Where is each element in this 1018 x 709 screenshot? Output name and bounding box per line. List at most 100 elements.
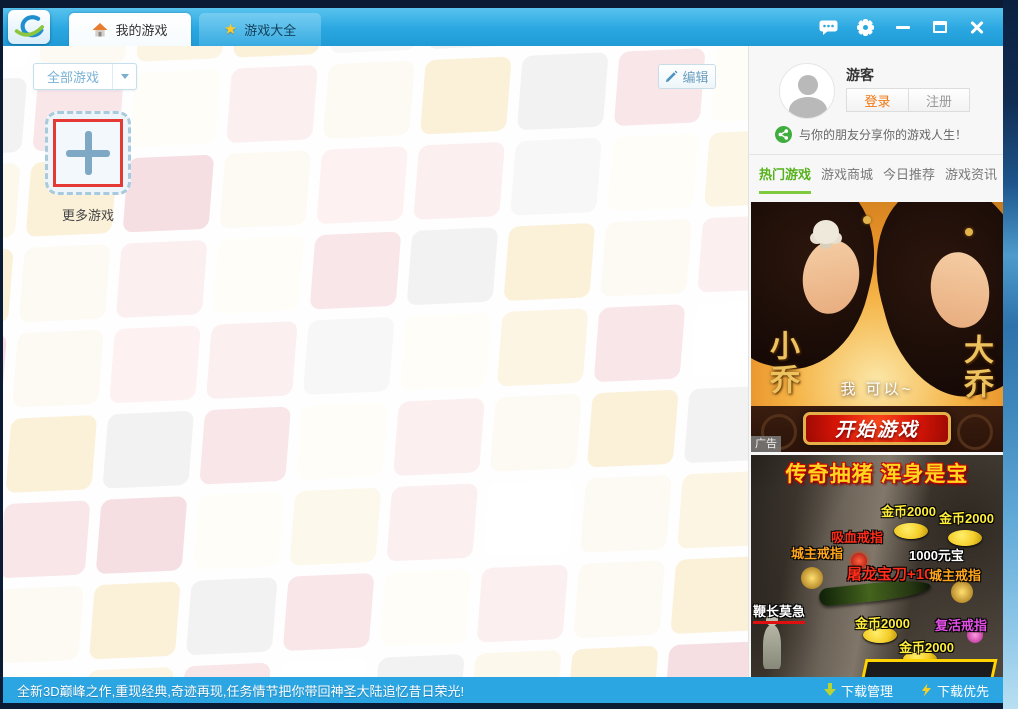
close-button[interactable]: [958, 8, 995, 46]
ad-banner-legend-loot[interactable]: 传奇抽猪 浑身是宝 金币2000金币2000吸血戒指城主戒指1000元宝屠龙宝刀…: [751, 455, 1003, 677]
checker-cell: [427, 46, 519, 49]
lightning-icon: [921, 683, 932, 697]
share-row[interactable]: 与你的朋友分享你的游戏人生！: [775, 126, 967, 143]
checker-cell: [600, 219, 692, 297]
gold-pile-graphic: [948, 530, 982, 546]
checker-cell: [19, 244, 111, 322]
sidebar-divider: [749, 154, 1003, 155]
checker-cell: [3, 671, 77, 677]
checker-cell: [567, 646, 659, 677]
minimize-button[interactable]: [884, 8, 921, 46]
checker-cell: [407, 227, 499, 305]
checker-cell: [96, 496, 188, 574]
checker-cell: [670, 556, 748, 634]
ad2-item-label: 屠龙宝刀+10: [847, 563, 932, 584]
game-filter-label: 全部游戏: [34, 67, 112, 86]
checker-cell: [470, 650, 562, 677]
download-manager-link[interactable]: 下载管理: [824, 681, 893, 700]
checker-cell: [704, 129, 748, 207]
ad2-item-label: 复活戒指: [935, 615, 987, 634]
sidebar-tab-today-recommend[interactable]: 今日推荐: [883, 164, 935, 194]
checker-cell: [3, 334, 7, 412]
add-more-games-tile[interactable]: [45, 111, 131, 195]
checker-cell: [283, 573, 375, 651]
checker-cell: [587, 390, 679, 468]
checker-cell: [400, 313, 492, 391]
download-links: 下载管理 下载优先: [824, 681, 989, 700]
checker-cell: [573, 560, 665, 638]
messages-button[interactable]: [810, 8, 847, 46]
settings-button[interactable]: [847, 8, 884, 46]
tab-game-collection[interactable]: ★ 游戏大全: [199, 13, 321, 46]
user-name: 游客: [846, 65, 874, 85]
home-icon: [92, 23, 108, 37]
share-text: 与你的朋友分享你的游戏人生！: [799, 126, 967, 143]
checker-cell: [3, 248, 14, 326]
checker-cell: [12, 330, 104, 408]
ad2-gold-ring-graphic: [951, 581, 973, 603]
checker-cell: [129, 69, 221, 147]
main-content-area: 全部游戏 编辑 更多游戏: [3, 46, 748, 677]
message-icon: [819, 20, 838, 35]
checker-cell: [691, 300, 748, 378]
edit-button-label: 编辑: [682, 67, 708, 86]
download-priority-link[interactable]: 下载优先: [921, 681, 989, 700]
edit-button[interactable]: 编辑: [658, 64, 716, 89]
app-body: 全部游戏 编辑 更多游戏: [3, 46, 1003, 677]
close-icon: [969, 19, 985, 35]
checker-cell: [303, 317, 395, 395]
ad2-item-label: 城主戒指: [929, 565, 981, 584]
ad2-title: 传奇抽猪 浑身是宝: [751, 458, 1003, 488]
checker-cell: [517, 52, 609, 130]
login-button[interactable]: 登录: [846, 88, 908, 112]
sidebar-tab-game-news[interactable]: 游戏资讯: [945, 164, 997, 194]
checker-cell: [677, 471, 748, 549]
ad-badge: 广告: [751, 436, 781, 452]
avatar-head-graphic: [798, 75, 818, 95]
checker-cell: [490, 394, 582, 472]
auth-buttons: 登录 注册: [846, 88, 970, 112]
maximize-icon: [933, 21, 947, 33]
checker-cell: [179, 663, 271, 677]
sidebar-tab-hot-games[interactable]: 热门游戏: [759, 164, 811, 194]
checker-cell: [3, 163, 20, 241]
checker-cell: [580, 475, 672, 553]
checker-cell: [386, 483, 478, 561]
checker-cell: [82, 667, 174, 677]
ad2-item-label: 金币2000: [899, 637, 954, 656]
app-logo[interactable]: [8, 10, 50, 44]
caret-down-icon: [121, 74, 129, 79]
ad1-gold-ornament: [863, 216, 871, 224]
ad-banner-qiao-sisters[interactable]: 小乔 大乔 我 可以~ 开始游戏 广告: [751, 202, 1003, 452]
ad2-partial-button[interactable]: [860, 659, 997, 677]
checker-cell: [3, 586, 84, 664]
gear-icon: [857, 19, 874, 36]
checker-cell: [711, 46, 748, 122]
desktop-wallpaper-strip: [1003, 0, 1018, 709]
checker-cell: [323, 61, 415, 139]
ad2-item-label: 1000元宝: [909, 545, 964, 564]
checker-cell: [594, 304, 686, 382]
gold-pile-graphic: [894, 523, 928, 539]
ad1-gold-ornament: [965, 228, 973, 236]
titlebar: 我的游戏 ★ 游戏大全: [3, 8, 1003, 46]
start-game-button[interactable]: 开始游戏: [803, 412, 951, 445]
checker-cell: [296, 402, 388, 480]
register-button[interactable]: 注册: [908, 88, 970, 112]
checker-cell: [373, 654, 465, 677]
dropdown-caret-button[interactable]: [112, 64, 136, 89]
avatar[interactable]: [779, 63, 835, 119]
sidebar-tab-game-mall[interactable]: 游戏商城: [821, 164, 873, 194]
maximize-button[interactable]: [921, 8, 958, 46]
download-arrow-icon: [824, 683, 836, 697]
checker-cell: [199, 406, 291, 484]
ad2-item-label: 金币2000: [855, 613, 910, 632]
checker-cell: [116, 240, 208, 318]
download-manager-label: 下载管理: [841, 681, 893, 700]
sidebar: 游客 登录 注册 与你的朋友分享你的游戏人生！ 热门游戏 游戏商: [748, 46, 1003, 677]
minimize-icon: [896, 26, 910, 29]
checker-cell: [497, 308, 589, 386]
checker-cell: [102, 411, 194, 489]
tab-my-games[interactable]: 我的游戏: [69, 13, 191, 46]
game-filter-dropdown[interactable]: 全部游戏: [33, 63, 137, 90]
